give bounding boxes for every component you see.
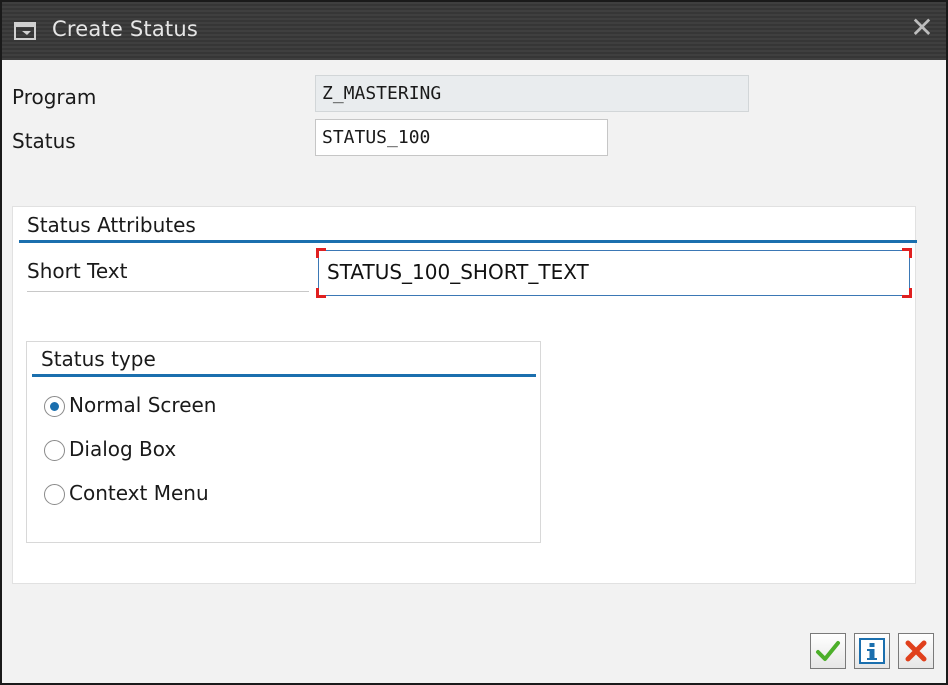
close-icon[interactable]: ✕ bbox=[908, 12, 936, 44]
status-type-title: Status type bbox=[41, 347, 156, 371]
radio-button[interactable] bbox=[44, 440, 65, 461]
status-label: Status bbox=[12, 129, 76, 153]
radio-label: Normal Screen bbox=[69, 393, 217, 417]
required-marker bbox=[316, 248, 326, 258]
status-value: STATUS_100 bbox=[322, 127, 431, 148]
section-divider bbox=[19, 240, 917, 243]
cancel-button[interactable] bbox=[898, 633, 934, 669]
program-value: Z_MASTERING bbox=[322, 83, 442, 104]
radio-label: Dialog Box bbox=[69, 437, 177, 461]
dialog-title: Create Status bbox=[52, 17, 198, 41]
status-type-group: Status type Normal Screen Dialog Box Con… bbox=[26, 341, 541, 543]
short-text-input[interactable]: STATUS_100_SHORT_TEXT bbox=[316, 248, 912, 298]
short-text-value: STATUS_100_SHORT_TEXT bbox=[327, 260, 589, 284]
info-icon bbox=[859, 638, 885, 664]
radio-button-selected[interactable] bbox=[44, 396, 65, 417]
checkmark-icon bbox=[816, 641, 840, 661]
program-label: Program bbox=[12, 85, 97, 109]
required-marker bbox=[316, 288, 326, 298]
create-status-dialog: Create Status ✕ Program Z_MASTERING Stat… bbox=[0, 0, 948, 685]
cancel-icon bbox=[905, 640, 927, 662]
required-marker bbox=[902, 248, 912, 258]
radio-label: Context Menu bbox=[69, 481, 209, 505]
confirm-button[interactable] bbox=[810, 633, 846, 669]
dialog-icon bbox=[14, 22, 36, 40]
info-button[interactable] bbox=[854, 633, 890, 669]
status-attributes-panel: Status Attributes Short Text STATUS_100_… bbox=[12, 206, 917, 584]
status-field[interactable]: STATUS_100 bbox=[315, 119, 608, 156]
radio-button[interactable] bbox=[44, 484, 65, 505]
title-bar: Create Status ✕ bbox=[2, 2, 946, 60]
program-field: Z_MASTERING bbox=[315, 75, 749, 112]
required-marker bbox=[902, 288, 912, 298]
group-divider bbox=[32, 374, 536, 377]
short-text-label: Short Text bbox=[27, 259, 309, 292]
status-attributes-title: Status Attributes bbox=[27, 213, 196, 237]
